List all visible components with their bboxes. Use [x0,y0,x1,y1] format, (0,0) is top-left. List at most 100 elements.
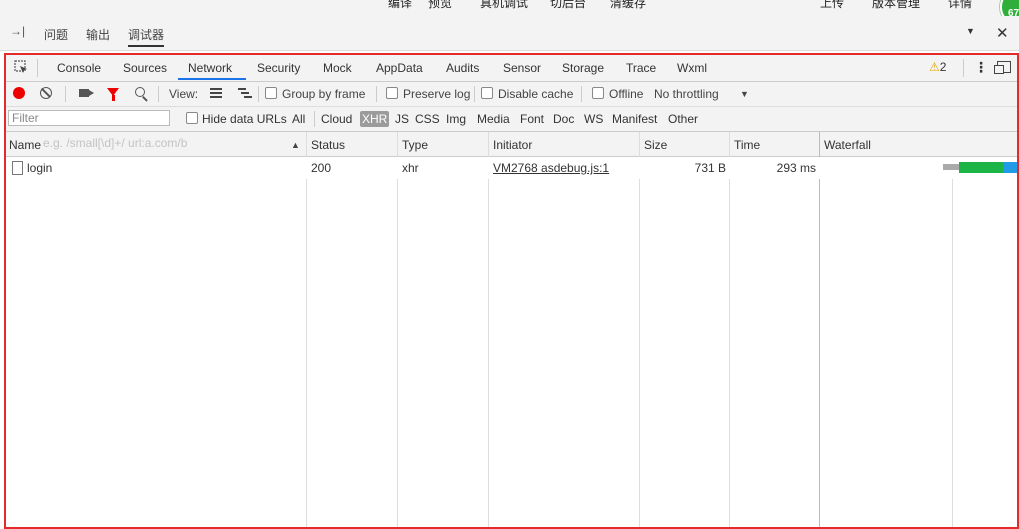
column-divider [819,132,820,527]
tab-network[interactable]: Network [188,61,232,75]
column-name[interactable]: Name [9,138,41,152]
tab-debugger[interactable]: 调试器 [128,26,165,47]
column-divider [729,132,730,527]
request-time: 293 ms [776,161,816,175]
toolbar-separator [581,86,582,102]
hide-data-urls-label: Hide data URLs [202,112,287,126]
clear-icon[interactable] [40,87,52,99]
tab-wxml[interactable]: Wxml [677,61,707,75]
filter-input[interactable] [8,110,170,126]
hide-data-urls-checkbox[interactable] [186,112,198,124]
tab-console[interactable]: Console [57,61,101,75]
devtools-panel: Console Sources Network Security Mock Ap… [4,53,1019,529]
preview-button[interactable]: 预览 [428,0,452,11]
panel-caret-down-icon[interactable]: ▼ [966,26,975,36]
disable-cache-checkbox[interactable] [481,87,493,99]
offline-label: Offline [609,87,644,101]
request-name[interactable]: login [27,161,52,175]
undock-icon[interactable] [994,61,1011,74]
real-device-debug-button[interactable]: 真机调试 [480,0,528,11]
filter-separator [314,111,315,127]
filter-funnel-icon[interactable] [107,88,119,101]
notification-badge[interactable]: 67 [1000,0,1019,16]
overview-icon[interactable] [238,88,252,99]
screenshot-camera-icon[interactable] [79,89,94,97]
column-type[interactable]: Type [402,138,428,152]
toolbar-separator [258,86,259,102]
waterfall-grid-line [952,157,953,527]
filter-type-cloud[interactable]: Cloud [321,112,352,126]
column-time[interactable]: Time [734,138,760,152]
column-status[interactable]: Status [311,138,345,152]
dock-toggle-icon[interactable]: →| [10,24,25,38]
filter-type-ws[interactable]: WS [584,112,603,126]
search-icon[interactable] [135,87,145,97]
column-divider [639,132,640,527]
group-by-frame-label: Group by frame [282,87,366,101]
tab-trace[interactable]: Trace [626,61,656,75]
filter-type-css[interactable]: CSS [415,112,440,126]
warning-count: 2 [939,60,947,74]
toolbar-separator [65,86,66,102]
version-management-button[interactable]: 版本管理 [872,0,920,11]
tab-audits[interactable]: Audits [446,61,479,75]
filter-type-font[interactable]: Font [520,112,544,126]
sort-ascending-icon: ▲ [291,140,300,150]
filter-type-other[interactable]: Other [668,112,698,126]
filter-type-js[interactable]: JS [395,112,409,126]
record-icon[interactable] [13,87,25,99]
request-initiator-link[interactable]: VM2768 asdebug.js:1 [493,161,609,175]
close-icon[interactable]: ✕ [996,24,1009,42]
tab-issues[interactable]: 问题 [44,26,68,43]
tab-output[interactable]: 输出 [86,26,110,43]
upload-button[interactable]: 上传 [820,0,844,11]
throttling-caret-icon[interactable]: ▼ [740,89,749,99]
top-toolbar: 编译 预览 真机调试 切后台 清缓存 上传 版本管理 详情 67 [0,0,1019,16]
waterfall-waiting-bar [959,162,1003,173]
inspect-element-icon[interactable] [14,60,28,74]
filter-type-xhr[interactable]: XHR [360,111,390,127]
request-status: 200 [311,161,332,175]
tab-security[interactable]: Security [257,61,300,75]
filter-type-all[interactable]: All [292,112,305,126]
column-waterfall[interactable]: Waterfall [824,138,871,152]
active-tab-indicator [178,78,246,80]
background-button[interactable]: 切后台 [550,0,586,11]
devtools-tabbar: Console Sources Network Security Mock Ap… [6,55,1017,82]
column-initiator[interactable]: Initiator [493,138,532,152]
preserve-log-checkbox[interactable] [386,87,398,99]
details-button[interactable]: 详情 [948,0,972,11]
tab-sources[interactable]: Sources [123,61,167,75]
warning-icon: ⚠ [929,60,940,74]
filter-type-doc[interactable]: Doc [553,112,574,126]
column-size[interactable]: Size [644,138,667,152]
clear-cache-button[interactable]: 清缓存 [610,0,646,11]
badge-count: 67 [1008,8,1019,16]
filter-type-img[interactable]: Img [446,112,466,126]
toolbar-separator [376,86,377,102]
panel-tabs: →| 问题 输出 调试器 ▼ ✕ [0,16,1019,51]
filter-bar: Hide data URLs All Cloud XHR JS CSS Img … [6,107,1017,132]
column-divider [397,132,398,527]
filter-type-manifest[interactable]: Manifest [612,112,657,126]
tab-mock[interactable]: Mock [323,61,352,75]
compile-button[interactable]: 编译 [388,0,412,11]
disable-cache-label: Disable cache [498,87,574,101]
column-divider [488,132,489,527]
tab-sensor[interactable]: Sensor [503,61,541,75]
large-rows-icon[interactable] [210,88,222,98]
tab-appdata[interactable]: AppData [376,61,423,75]
waterfall-queue-bar [943,164,959,170]
warnings-indicator[interactable]: ⚠2 [929,60,946,74]
group-by-frame-checkbox[interactable] [265,87,277,99]
throttling-select[interactable]: No throttling [654,87,719,101]
table-row[interactable]: login 200 xhr VM2768 asdebug.js:1 731 B … [6,157,1017,179]
offline-checkbox[interactable] [592,87,604,99]
waterfall-download-bar [1003,162,1017,173]
tab-storage[interactable]: Storage [562,61,604,75]
filter-type-media[interactable]: Media [477,112,510,126]
filter-hint: e.g. /small[\d]+/ url:a.com/b [42,133,207,153]
request-size: 731 B [694,161,726,175]
column-divider [306,132,307,527]
more-options-icon[interactable]: ⋮ [974,59,988,76]
